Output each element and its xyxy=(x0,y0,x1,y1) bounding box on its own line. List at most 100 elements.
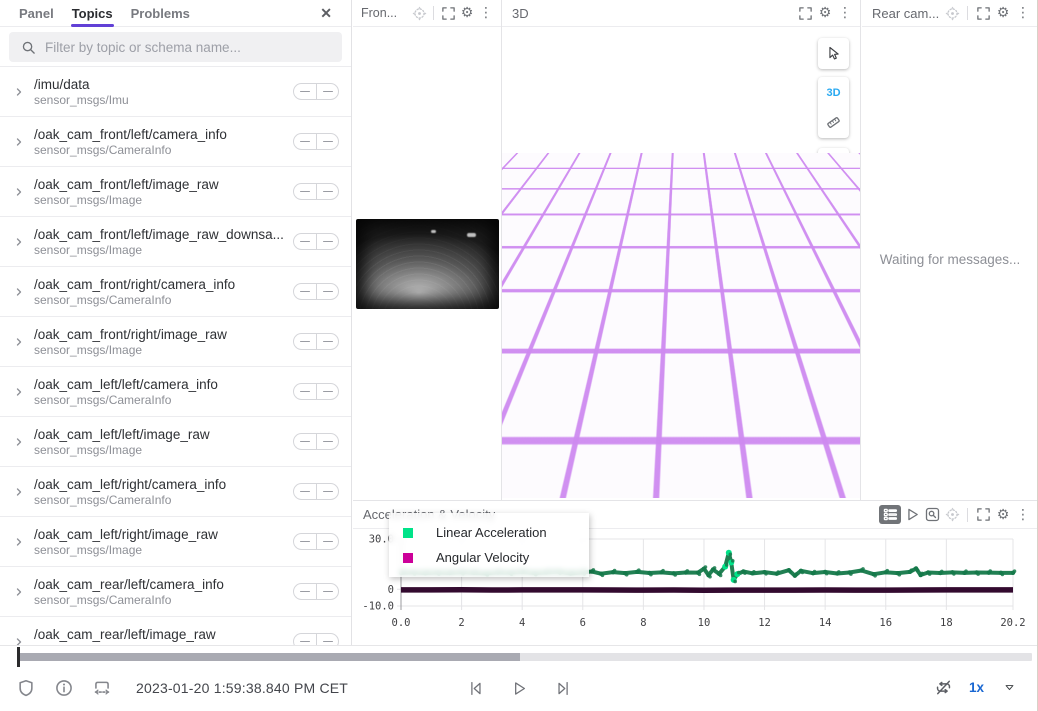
stat-pill-right[interactable] xyxy=(316,133,339,150)
chevron-right-icon[interactable] xyxy=(10,533,28,551)
topic-stat-pills[interactable] xyxy=(293,233,339,250)
chevron-right-icon[interactable] xyxy=(10,333,28,351)
chevron-right-icon[interactable] xyxy=(10,583,28,601)
fullscreen-icon[interactable] xyxy=(974,506,992,524)
stat-pill-left[interactable] xyxy=(293,383,316,400)
topic-row[interactable]: /oak_cam_front/right/image_rawsensor_msg… xyxy=(0,317,351,367)
fullscreen-icon[interactable] xyxy=(796,4,814,22)
topic-stat-pills[interactable] xyxy=(293,483,339,500)
stat-pill-right[interactable] xyxy=(316,533,339,550)
topic-stat-pills[interactable] xyxy=(293,583,339,600)
stat-pill-right[interactable] xyxy=(316,633,339,645)
chevron-down-icon[interactable] xyxy=(998,676,1020,698)
topic-stat-pills[interactable] xyxy=(293,433,339,450)
topic-stat-pills[interactable] xyxy=(293,183,339,200)
chevron-right-icon[interactable] xyxy=(10,433,28,451)
stat-pill-left[interactable] xyxy=(293,583,316,600)
topic-stat-pills[interactable] xyxy=(293,133,339,150)
topic-stat-pills[interactable] xyxy=(293,83,339,100)
chevron-right-icon[interactable] xyxy=(10,483,28,501)
chevron-right-icon[interactable] xyxy=(10,283,28,301)
stat-pill-left[interactable] xyxy=(293,433,316,450)
stat-pill-right[interactable] xyxy=(316,383,339,400)
stat-pill-right[interactable] xyxy=(316,283,339,300)
orbit-control-button[interactable] xyxy=(818,148,849,179)
legend-item-angular-velocity[interactable]: Angular Velocity xyxy=(389,545,589,570)
timeline-scrubber[interactable] xyxy=(18,653,1032,661)
mode-3d-button[interactable]: 3D xyxy=(818,78,849,108)
select-tool-button[interactable] xyxy=(818,38,849,69)
stat-pill-left[interactable] xyxy=(293,133,316,150)
topic-row[interactable]: /oak_cam_front/left/image_raw_downsa...s… xyxy=(0,217,351,267)
play-button[interactable] xyxy=(507,676,531,700)
legend-item-linear-acceleration[interactable]: Linear Acceleration xyxy=(389,520,589,545)
gear-icon[interactable]: ⚙ xyxy=(994,4,1012,22)
kebab-menu-icon[interactable]: ⋮ xyxy=(477,4,495,22)
chevron-right-icon[interactable] xyxy=(10,633,28,646)
topic-row[interactable]: /oak_cam_front/left/camera_infosensor_ms… xyxy=(0,117,351,167)
topic-row[interactable]: /oak_cam_left/left/image_rawsensor_msgs/… xyxy=(0,417,351,467)
stat-pill-left[interactable] xyxy=(293,183,316,200)
chevron-right-icon[interactable] xyxy=(10,183,28,201)
fullscreen-icon[interactable] xyxy=(974,4,992,22)
stat-pill-right[interactable] xyxy=(316,433,339,450)
stat-pill-left[interactable] xyxy=(293,83,316,100)
topic-row[interactable]: /oak_cam_left/left/camera_infosensor_msg… xyxy=(0,367,351,417)
kebab-menu-icon[interactable]: ⋮ xyxy=(836,4,854,22)
loop-off-icon[interactable] xyxy=(933,676,955,698)
pan-icon[interactable] xyxy=(943,4,961,22)
kebab-menu-icon[interactable]: ⋮ xyxy=(1014,506,1032,524)
gear-icon[interactable]: ⚙ xyxy=(816,4,834,22)
pan-icon[interactable] xyxy=(410,4,428,22)
tab-panel[interactable]: Panel xyxy=(10,0,63,27)
tab-topics[interactable]: Topics xyxy=(63,0,122,27)
stat-pill-right[interactable] xyxy=(316,83,339,100)
stat-pill-right[interactable] xyxy=(316,233,339,250)
close-icon[interactable]: ✕ xyxy=(311,0,341,27)
topic-stat-pills[interactable] xyxy=(293,283,339,300)
topic-row[interactable]: /imu/datasensor_msgs/Imu xyxy=(0,67,351,117)
three-d-viewport[interactable]: HILTI 3D xyxy=(502,27,860,500)
playback-speed[interactable]: 1x xyxy=(969,680,984,695)
search-input[interactable] xyxy=(45,40,332,55)
topic-search-box[interactable] xyxy=(9,32,342,62)
ruler-icon xyxy=(825,114,843,132)
gear-icon[interactable]: ⚙ xyxy=(458,4,476,22)
seek-forward-button[interactable] xyxy=(551,676,575,700)
stat-pill-left[interactable] xyxy=(293,533,316,550)
topic-stat-pills[interactable] xyxy=(293,533,339,550)
seek-backward-button[interactable] xyxy=(463,676,487,700)
play-path-icon[interactable] xyxy=(903,506,921,524)
topic-stat-pills[interactable] xyxy=(293,333,339,350)
topic-row[interactable]: /oak_cam_front/right/camera_infosensor_m… xyxy=(0,267,351,317)
chevron-right-icon[interactable] xyxy=(10,233,28,251)
reset-zoom-icon[interactable] xyxy=(923,506,941,524)
stat-pill-right[interactable] xyxy=(316,183,339,200)
measure-tool-button[interactable] xyxy=(818,108,849,138)
stat-pill-left[interactable] xyxy=(293,633,316,645)
gear-icon[interactable]: ⚙ xyxy=(994,506,1012,524)
topic-row[interactable]: /oak_cam_rear/left/image_rawsensor_msgs/… xyxy=(0,617,351,645)
stat-pill-left[interactable] xyxy=(293,233,316,250)
chevron-right-icon[interactable] xyxy=(10,133,28,151)
stat-pill-left[interactable] xyxy=(293,483,316,500)
chevron-right-icon[interactable] xyxy=(10,383,28,401)
stat-pill-left[interactable] xyxy=(293,333,316,350)
topic-row[interactable]: /oak_cam_rear/left/camera_infosensor_msg… xyxy=(0,567,351,617)
tab-problems[interactable]: Problems xyxy=(122,0,199,27)
kebab-menu-icon[interactable]: ⋮ xyxy=(1014,4,1032,22)
topic-row[interactable]: /oak_cam_left/right/camera_infosensor_ms… xyxy=(0,467,351,517)
fullscreen-icon[interactable] xyxy=(439,4,457,22)
stat-pill-left[interactable] xyxy=(293,283,316,300)
stat-pill-right[interactable] xyxy=(316,333,339,350)
topic-stat-pills[interactable] xyxy=(293,633,339,645)
stat-pill-right[interactable] xyxy=(316,583,339,600)
topic-stat-pills[interactable] xyxy=(293,383,339,400)
legend-toggle-button[interactable] xyxy=(879,505,901,524)
topic-row[interactable]: /oak_cam_left/right/image_rawsensor_msgs… xyxy=(0,517,351,567)
stat-pill-right[interactable] xyxy=(316,483,339,500)
pan-icon[interactable] xyxy=(943,506,961,524)
topic-row[interactable]: /oak_cam_front/left/image_rawsensor_msgs… xyxy=(0,167,351,217)
chevron-right-icon[interactable] xyxy=(10,83,28,101)
playhead-marker[interactable] xyxy=(17,647,20,667)
